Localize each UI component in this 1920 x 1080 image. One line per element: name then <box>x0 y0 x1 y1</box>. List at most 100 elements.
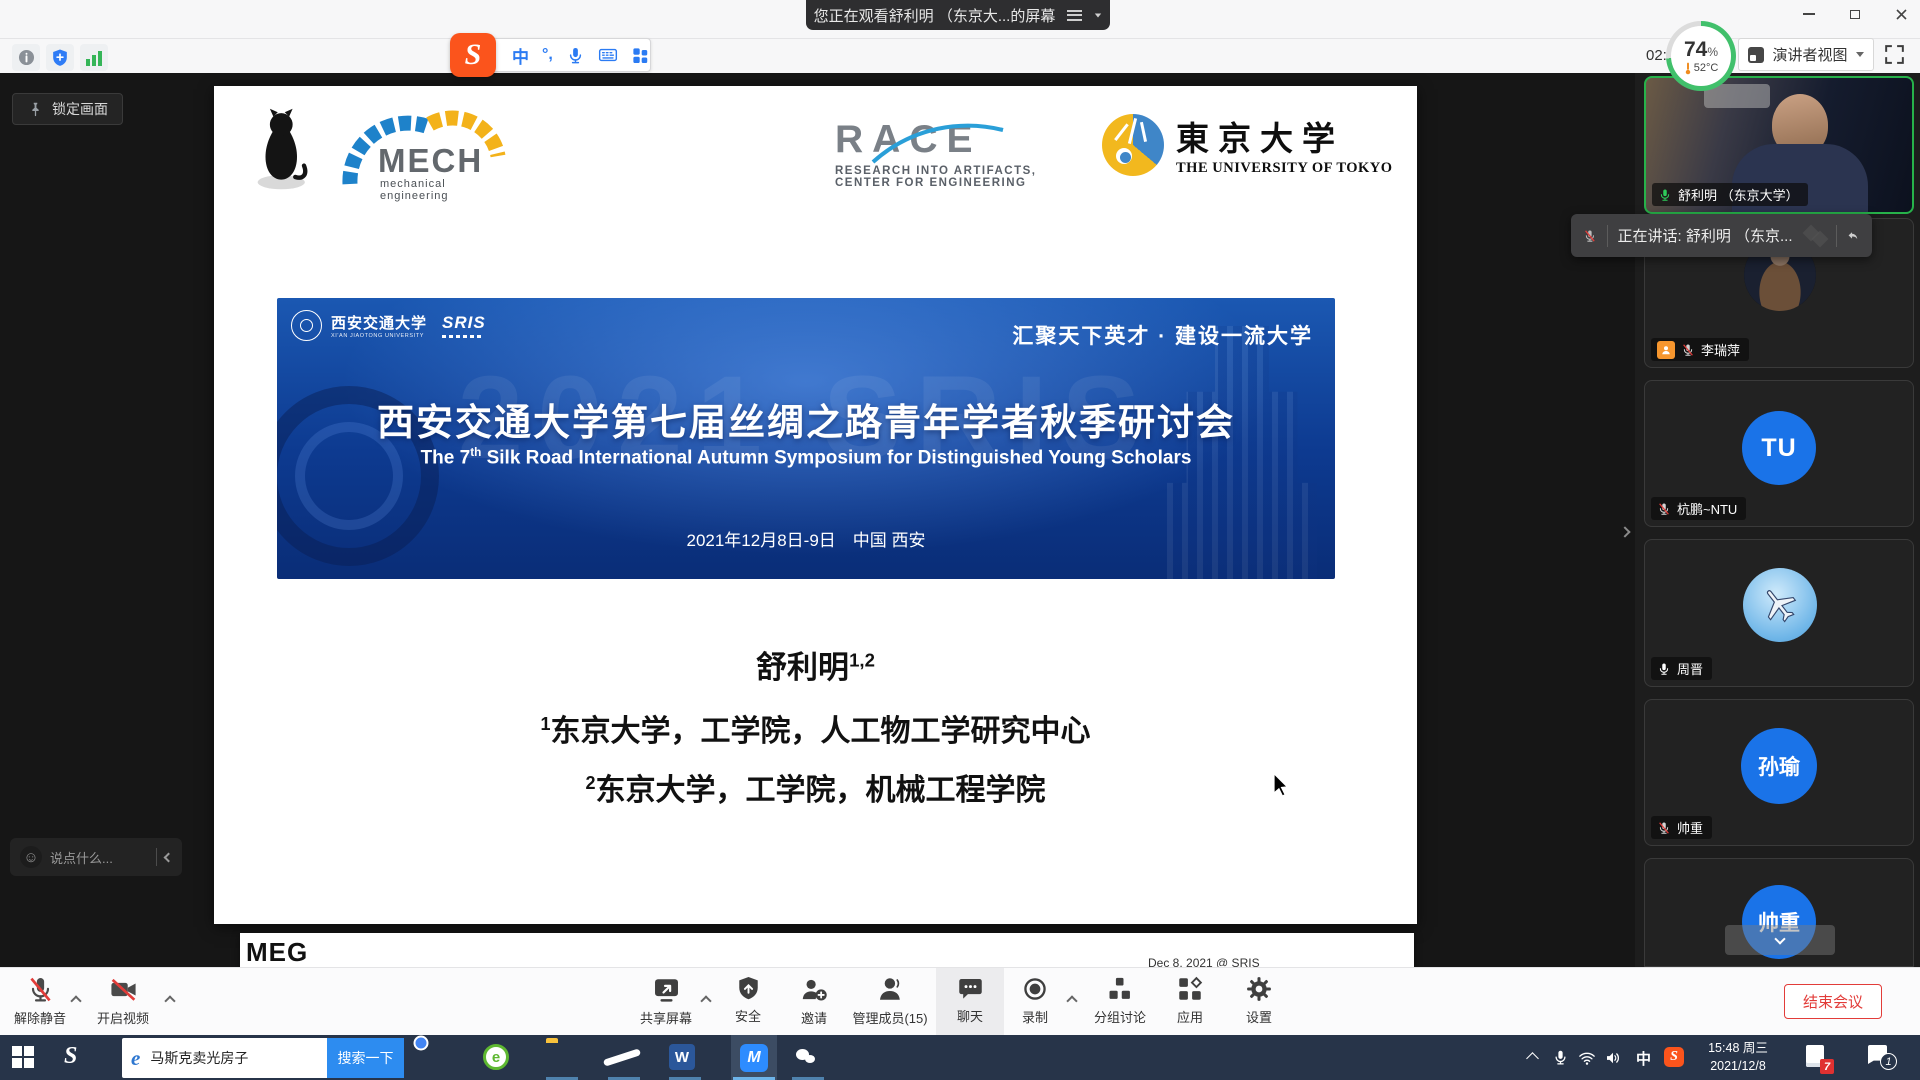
ime-mic-icon[interactable] <box>566 46 585 65</box>
tray-wifi-icon[interactable] <box>1578 1049 1596 1067</box>
video-tile-self[interactable]: 舒利明 （东京大学） <box>1644 76 1914 214</box>
mic-muted-icon <box>1657 502 1671 516</box>
menu-icon[interactable] <box>1067 10 1082 21</box>
ime-toolbar[interactable]: S 中 °, <box>459 38 651 72</box>
ime-punct-toggle[interactable]: °, <box>542 46 553 64</box>
video-tile-participant[interactable]: TU 杭鹏~NTU <box>1644 380 1914 527</box>
video-tile-participant[interactable]: 帅重 <box>1644 858 1914 967</box>
toast-divider <box>1607 225 1608 247</box>
maximize-button[interactable] <box>1836 0 1874 28</box>
mic-speaking-icon <box>1658 188 1672 202</box>
end-meeting-button[interactable]: 结束会议 <box>1784 984 1882 1019</box>
shared-screen-stage: 锁定画面 MECH mechanical engineering <box>0 73 1635 967</box>
next-slide-title: MEG <box>246 937 308 968</box>
author-block: 舒利明1,2 1东京大学，工学院，人工物工学研究中心 2东京大学，工学院，机械工… <box>214 642 1417 809</box>
minimize-button[interactable] <box>1790 0 1828 28</box>
race-logo: RACE RESEARCH INTO ARTIFACTS, CENTER FOR… <box>835 118 1045 189</box>
chat-collapse-icon[interactable] <box>164 852 174 862</box>
affiliation-2: 2东京大学，工学院，机械工程学院 <box>214 765 1417 809</box>
watching-text: 您正在观看舒利明 （东京大...的屏幕 <box>814 5 1056 26</box>
video-tile-participant[interactable]: 孙瑜 帅重 <box>1644 699 1914 846</box>
video-options-chevron[interactable] <box>164 995 175 1006</box>
search-hot-text[interactable]: 马斯克卖光房子 <box>150 1048 248 1068</box>
meeting-app-icon-active[interactable]: M <box>731 1035 777 1080</box>
browser-360-icon[interactable]: e <box>483 1044 509 1070</box>
taskbar-search-box[interactable]: e 马斯克卖光房子 搜索一下 <box>122 1038 404 1078</box>
info-button[interactable] <box>12 44 40 71</box>
pin-view-button[interactable]: 锁定画面 <box>12 93 123 125</box>
tray-clock[interactable]: 15:48 周三 2021/12/8 <box>1694 1039 1782 1075</box>
participant-label: 周晋 <box>1651 657 1712 680</box>
chat-placeholder: 说点什么... <box>50 848 113 867</box>
avatar-airplane-photo <box>1743 568 1817 642</box>
participant-name: 李瑞萍 <box>1701 340 1740 359</box>
search-go-button[interactable]: 搜索一下 <box>327 1038 404 1078</box>
network-signal-icon[interactable] <box>80 44 108 71</box>
battery-indicator: 74 % 52°C <box>1666 21 1736 91</box>
video-tile-participant[interactable]: 周晋 <box>1644 539 1914 687</box>
emoji-icon[interactable]: ☺ <box>20 846 42 868</box>
settings-button[interactable]: 设置 <box>1219 968 1299 1036</box>
word-icon[interactable]: W <box>669 1044 695 1070</box>
utokyo-en: THE UNIVERSITY OF TOKYO <box>1176 160 1393 177</box>
battery-percent: 74 <box>1684 38 1707 62</box>
mic-muted-icon <box>1681 343 1695 357</box>
start-video-button[interactable]: 开启视频 <box>83 968 163 1036</box>
tray-ime-mode[interactable]: 中 <box>1636 1048 1651 1069</box>
start-button[interactable] <box>12 1046 34 1068</box>
scroll-more-button[interactable] <box>1725 925 1835 955</box>
battery-unit: % <box>1707 45 1718 59</box>
reply-icon[interactable] <box>1846 226 1860 246</box>
meeting-control-bar: 解除静音 开启视频 共享屏幕 安全 邀请 管理成员(15) 聊天 <box>0 967 1920 1035</box>
tray-expand-chevron[interactable] <box>1526 1052 1539 1065</box>
next-slide-peek: MEG Dec 8, 2021 @ SRIS <box>240 933 1414 967</box>
xjtu-name-cn: 西安交通大学 <box>331 312 427 333</box>
tray-volume-icon[interactable] <box>1604 1049 1622 1067</box>
unmute-button[interactable]: 解除静音 <box>0 968 80 1036</box>
xjtu-name-en: XI'AN JIAOTONG UNIVERSITY <box>331 333 427 339</box>
host-person-badge-icon <box>1657 341 1675 359</box>
ginkgo-icon <box>1102 114 1164 176</box>
participant-name: 帅重 <box>1677 818 1703 837</box>
share-screen-button[interactable]: 共享屏幕 <box>626 968 706 1036</box>
record-button[interactable]: 录制 <box>995 968 1075 1036</box>
tray-date: 2021/12/8 <box>1694 1057 1782 1075</box>
chat-quick-input[interactable]: ☺ 说点什么... <box>10 838 182 876</box>
chat-divider <box>156 848 157 866</box>
mic-on-icon <box>1657 662 1671 676</box>
notification-center-icon[interactable]: 1 <box>1868 1045 1887 1064</box>
security-shield-button[interactable] <box>46 44 74 71</box>
meeting-header: 您正在观看舒利明 （东京大...的屏幕 S 中 °, 02: 演讲者视图 <box>0 0 1920 73</box>
tray-sogou-icon[interactable]: S <box>1664 1047 1684 1067</box>
race-swoosh-icon <box>843 118 1013 164</box>
close-button[interactable] <box>1882 0 1920 28</box>
presentation-slide: MECH mechanical engineering RACE RESEARC… <box>214 86 1417 924</box>
pin-label: 锁定画面 <box>52 99 108 119</box>
speaking-text: 正在讲话: 舒利明 （东京... <box>1617 225 1792 246</box>
speaking-toast[interactable]: 正在讲话: 舒利明 （东京... <box>1571 214 1872 257</box>
ime-keyboard-icon[interactable] <box>598 45 618 65</box>
banner-logos: 西安交通大学 XI'AN JIAOTONG UNIVERSITY SRIS <box>291 310 486 341</box>
toast-divider <box>1836 225 1837 247</box>
tray-document-icon[interactable]: 7 <box>1806 1045 1824 1067</box>
ime-mode-toggle[interactable]: 中 <box>512 43 529 68</box>
header-divider <box>0 38 1920 39</box>
participant-name: 周晋 <box>1677 659 1703 678</box>
self-name-label: 舒利明 （东京大学） <box>1652 183 1808 206</box>
ime-toolbox-icon[interactable] <box>631 46 650 65</box>
race-subtext-1: RESEARCH INTO ARTIFACTS, <box>835 165 1045 177</box>
fullscreen-button[interactable] <box>1882 42 1907 67</box>
mouse-cursor <box>1272 772 1290 799</box>
sogou-logo-icon[interactable]: S <box>450 33 496 77</box>
cat-logo <box>255 102 311 196</box>
apps-button[interactable]: 应用 <box>1150 968 1230 1036</box>
avatar-initials: TU <box>1742 411 1816 485</box>
tray-mic-icon[interactable] <box>1552 1049 1569 1066</box>
mech-logo: MECH mechanical engineering <box>336 104 511 200</box>
view-mode-button[interactable]: 演讲者视图 <box>1738 38 1874 71</box>
utokyo-cn: 東京大学 <box>1176 112 1393 160</box>
banner-title-en: The 7th Silk Road International Autumn S… <box>277 446 1335 469</box>
watching-banner[interactable]: 您正在观看舒利明 （东京大...的屏幕 <box>806 0 1110 30</box>
manage-members-button[interactable]: 管理成员(15) <box>835 968 945 1036</box>
sogou-taskbar-icon[interactable]: S <box>64 1043 77 1070</box>
